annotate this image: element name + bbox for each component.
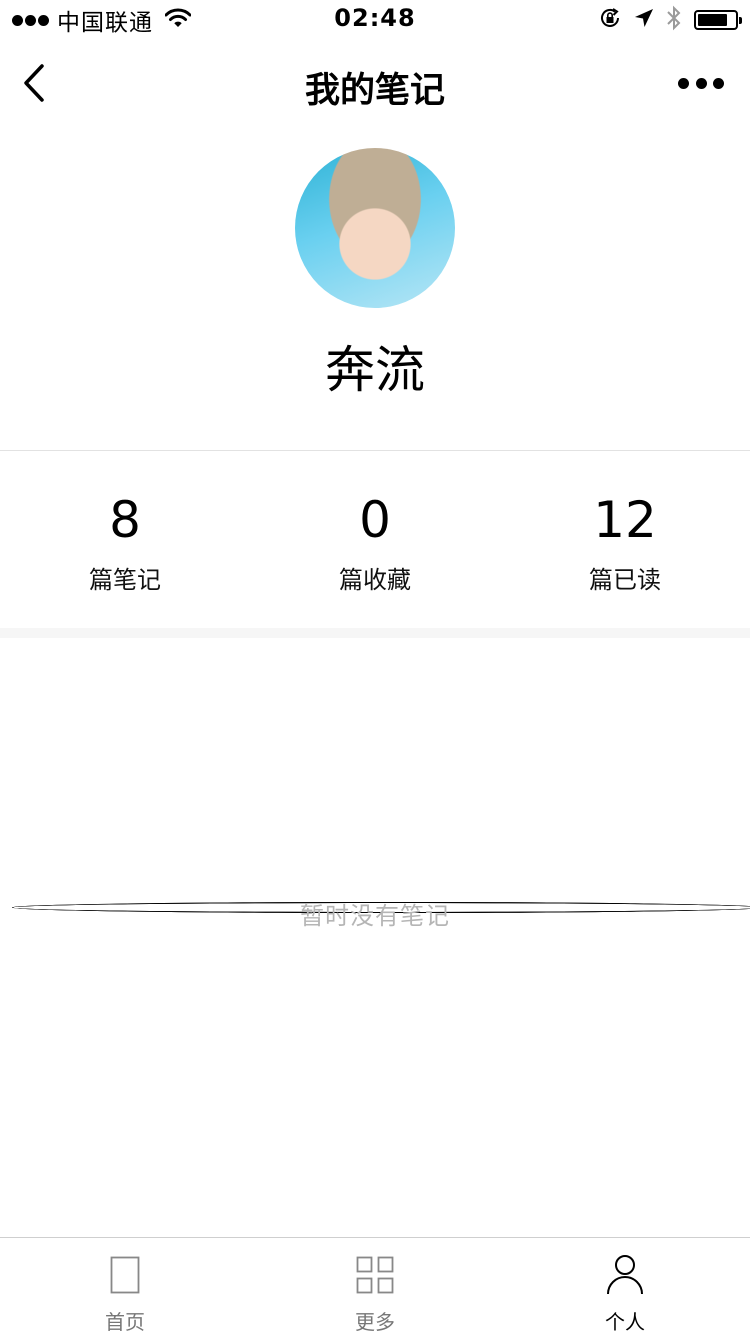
tab-personal[interactable]: 个人 xyxy=(500,1238,750,1335)
avatar[interactable] xyxy=(295,148,455,308)
home-page-icon xyxy=(105,1254,145,1296)
grid-icon xyxy=(355,1254,395,1296)
person-icon xyxy=(605,1254,645,1296)
divider xyxy=(0,450,750,451)
stat-value: 8 xyxy=(109,491,141,549)
tab-bar: 首页 更多 个人 xyxy=(0,1237,750,1335)
stat-favorites[interactable]: 0 篇收藏 xyxy=(250,452,500,628)
stats-row: 8 篇笔记 0 篇收藏 12 篇已读 xyxy=(0,452,750,628)
battery-icon xyxy=(694,10,742,30)
bluetooth-icon xyxy=(666,5,682,35)
status-bar: 中国联通 02:48 xyxy=(0,0,750,913)
location-arrow-icon xyxy=(634,8,654,32)
stat-label: 篇已读 xyxy=(589,566,661,594)
tab-more[interactable]: 更多 xyxy=(250,1238,500,1335)
more-button[interactable] xyxy=(678,68,724,98)
stat-read[interactable]: 12 篇已读 xyxy=(500,452,750,628)
tab-home[interactable]: 首页 xyxy=(0,1238,250,1335)
status-right xyxy=(598,5,742,35)
stat-label: 篇笔记 xyxy=(89,566,161,594)
tab-label: 更多 xyxy=(355,1310,395,1334)
stat-value: 12 xyxy=(593,491,657,549)
user-name: 奔流 xyxy=(325,341,425,399)
battery-fill xyxy=(698,14,727,26)
orientation-lock-icon xyxy=(598,6,622,34)
tab-label: 个人 xyxy=(605,1310,645,1334)
section-separator xyxy=(0,628,750,638)
page-title: 我的笔记 xyxy=(304,71,445,111)
more-dots-icon xyxy=(678,77,689,89)
stat-label: 篇收藏 xyxy=(339,566,411,594)
stat-value: 0 xyxy=(359,491,391,549)
nav-bar: 我的笔记 xyxy=(0,40,750,128)
empty-state-text: 暂时没有笔记 xyxy=(300,902,450,930)
tab-label: 首页 xyxy=(105,1310,145,1334)
stat-notes[interactable]: 8 篇笔记 xyxy=(0,452,250,628)
